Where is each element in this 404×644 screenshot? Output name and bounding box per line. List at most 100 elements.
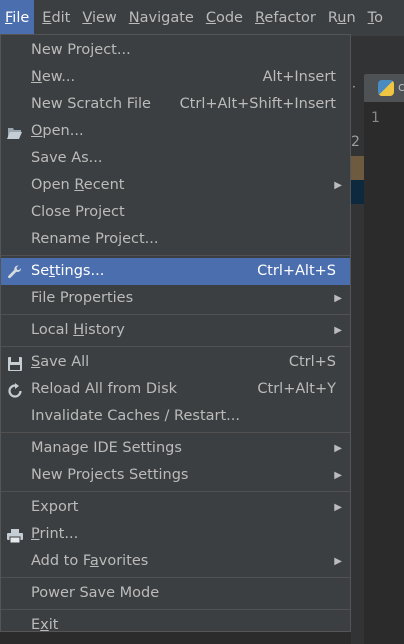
menu-item-rename-project[interactable]: Rename Project...: [1, 226, 350, 253]
label-rest: vorites: [98, 553, 149, 569]
menu-item-new[interactable]: New... Alt+Insert: [1, 64, 350, 91]
menu-item-label: Open...: [31, 123, 84, 139]
menu-item-invalidate-caches[interactable]: Invalidate Caches / Restart...: [1, 403, 350, 430]
menu-item-label: Local History: [31, 322, 125, 338]
menu-file[interactable]: File: [0, 0, 35, 36]
menu-run[interactable]: Run: [324, 0, 360, 36]
mnemonic: a: [89, 553, 99, 569]
shortcut: Ctrl+S: [288, 354, 336, 370]
submenu-arrow-icon: ▶: [334, 502, 342, 513]
mnemonic: N: [31, 69, 42, 85]
submenu-arrow-icon: ▶: [334, 180, 342, 191]
menu-edit-rest: dit: [51, 10, 71, 26]
menu-item-label: Open Recent: [31, 177, 124, 193]
menu-tools[interactable]: To: [364, 0, 387, 36]
menu-code-rest: ode: [215, 10, 243, 26]
menu-run-pre: R: [327, 10, 338, 26]
shortcut: Alt+Insert: [262, 69, 336, 85]
menu-run-rest: n: [346, 10, 356, 26]
label-pre: Se: [31, 263, 50, 279]
menu-item-exit[interactable]: Exit: [1, 612, 350, 639]
menu-item-local-history[interactable]: Local History ▶: [1, 317, 350, 344]
submenu-arrow-icon: ▶: [334, 556, 342, 567]
reload-icon: [7, 382, 23, 398]
menu-item-file-properties[interactable]: File Properties ▶: [1, 285, 350, 312]
menu-item-label: Save All: [31, 354, 89, 370]
menu-item-open[interactable]: Open...: [1, 118, 350, 145]
tree-highlight: [351, 156, 364, 180]
label-rest: rint...: [39, 526, 79, 542]
line-number: 1: [371, 110, 380, 126]
wrench-icon: [7, 264, 23, 280]
menu-separator: [1, 314, 350, 315]
label-rest: ecent: [83, 177, 125, 193]
label-pre: Add to F: [31, 553, 90, 569]
menu-item-settings[interactable]: Settings... Ctrl+Alt+S: [1, 258, 350, 285]
menu-item-manage-ide-settings[interactable]: Manage IDE Settings ▶: [1, 435, 350, 462]
submenu-arrow-icon: ▶: [334, 443, 342, 454]
menu-item-new-project[interactable]: New Project...: [1, 37, 350, 64]
label-rest: pen...: [42, 123, 84, 139]
code-editor[interactable]: [364, 102, 404, 644]
menu-item-save-as[interactable]: Save As...: [1, 145, 350, 172]
menu-item-close-project[interactable]: Close Project: [1, 199, 350, 226]
main-menu-bar: File Edit View Navigate Code Refactor Ru…: [0, 0, 404, 36]
menu-item-label: Rename Project...: [31, 231, 159, 247]
tab-overflow-dots[interactable]: ·: [352, 80, 356, 94]
mnemonic: H: [73, 322, 85, 338]
menu-file-rest: ile: [12, 10, 30, 26]
menu-item-export[interactable]: Export ▶: [1, 494, 350, 521]
python-file-icon: [378, 80, 394, 96]
menu-item-reload-all[interactable]: Reload All from Disk Ctrl+Alt+Y: [1, 376, 350, 403]
menu-separator: [1, 346, 350, 347]
menu-item-label: Save As...: [31, 150, 103, 166]
menu-item-label: Exit: [31, 617, 58, 633]
menu-edit[interactable]: Edit: [38, 0, 74, 36]
menu-item-label: Settings...: [31, 263, 104, 279]
menu-item-power-save-mode[interactable]: Power Save Mode: [1, 580, 350, 607]
menu-refactor[interactable]: Refactor: [251, 0, 320, 36]
menu-item-print[interactable]: Print...: [1, 521, 350, 548]
menu-item-label: New Scratch File: [31, 96, 151, 112]
label-rest: ew...: [41, 69, 76, 85]
menu-code[interactable]: Code: [202, 0, 247, 36]
menu-item-label: Reload All from Disk: [31, 381, 178, 397]
label-rest: it: [48, 617, 59, 633]
menu-item-label: New Project...: [31, 42, 131, 58]
menu-tools-rest: o: [374, 10, 383, 26]
mnemonic: S: [31, 354, 41, 370]
menu-separator: [1, 577, 350, 578]
menu-item-label: Add to Favorites: [31, 553, 148, 569]
menu-item-add-to-favorites[interactable]: Add to Favorites ▶: [1, 548, 350, 575]
label-pre: Local: [31, 322, 74, 338]
menu-view[interactable]: View: [78, 0, 120, 36]
tree-line-number: 2: [351, 134, 360, 150]
mnemonic: x: [40, 617, 49, 633]
menu-view-mnemonic: V: [82, 10, 92, 26]
menu-navigate[interactable]: Navigate: [125, 0, 198, 36]
menu-separator: [1, 432, 350, 433]
editor-tab-label: c: [398, 80, 404, 94]
mnemonic: P: [31, 526, 40, 542]
menu-item-label: New Projects Settings: [31, 467, 189, 483]
shortcut: Ctrl+Alt+Shift+Insert: [179, 96, 336, 112]
menu-item-new-scratch-file[interactable]: New Scratch File Ctrl+Alt+Shift+Insert: [1, 91, 350, 118]
floppy-icon: [7, 355, 23, 371]
file-menu-dropdown: New Project... New... Alt+Insert New Scr…: [0, 34, 351, 633]
label-rest: tings...: [54, 263, 105, 279]
menu-item-save-all[interactable]: Save All Ctrl+S: [1, 349, 350, 376]
menu-navigate-mnemonic: N: [128, 10, 140, 26]
label-pre: E: [31, 617, 41, 633]
label-rest: ave All: [40, 354, 90, 370]
menu-item-new-projects-settings[interactable]: New Projects Settings ▶: [1, 462, 350, 489]
menu-item-label: File Properties: [31, 290, 134, 306]
submenu-arrow-icon: ▶: [334, 470, 342, 481]
shortcut: Ctrl+Alt+Y: [257, 381, 336, 397]
menu-item-open-recent[interactable]: Open Recent ▶: [1, 172, 350, 199]
menu-item-label: Invalidate Caches / Restart...: [31, 408, 240, 424]
tree-selection: [351, 180, 364, 204]
mnemonic: R: [74, 177, 84, 193]
menu-navigate-rest: avigate: [139, 10, 194, 26]
menu-item-label: Export: [31, 499, 79, 515]
menu-item-label: Close Project: [31, 204, 125, 220]
